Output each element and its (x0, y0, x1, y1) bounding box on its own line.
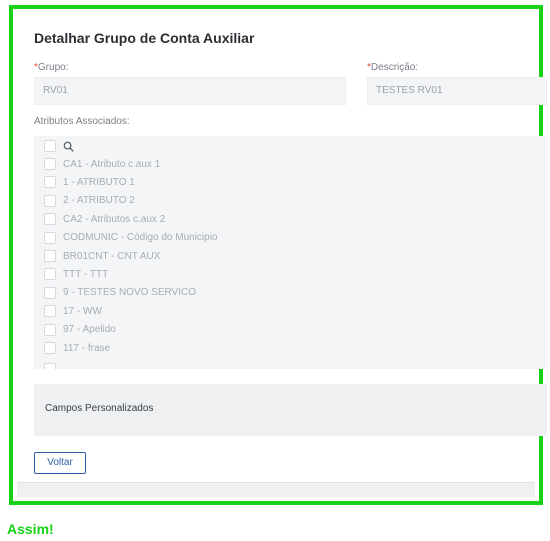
descricao-label-text: Descrição: (370, 62, 419, 73)
list-item[interactable]: 117 - frase (44, 339, 110, 357)
list-item[interactable]: 17 - WW (44, 302, 102, 320)
list-item[interactable]: TTT - TTT (44, 265, 108, 283)
list-item-checkbox[interactable] (44, 286, 56, 299)
list-item-label: TTT - TTT (63, 268, 109, 280)
grupo-label-text: Grupo: (37, 62, 69, 73)
grupo-label: *Grupo: (34, 62, 68, 73)
grupo-field[interactable]: RV01 (34, 77, 346, 105)
annotation-caption: Assim! (7, 521, 54, 537)
list-item[interactable]: 9 - TESTES NOVO SERVICO (44, 284, 196, 302)
list-item-label: 9 - TESTES NOVO SERVICO (63, 287, 196, 299)
back-button[interactable]: Voltar (34, 452, 86, 474)
list-item-label: 2 - ATRIBUTO 2 (63, 195, 135, 207)
list-item-checkbox[interactable] (44, 363, 56, 369)
select-all-row (44, 137, 74, 155)
list-item[interactable]: CA2 - Atributos c.aux 2 (44, 210, 165, 228)
list-item-label: 97 - Apelido (63, 324, 116, 336)
footer-bar (17, 482, 535, 497)
search-icon[interactable] (63, 141, 74, 152)
list-item-label: 17 - WW (63, 305, 102, 317)
list-item-checkbox[interactable] (44, 268, 56, 281)
list-item-label: BR01CNT - CNT AUX (63, 250, 161, 262)
list-item-checkbox[interactable] (44, 176, 56, 189)
list-item-checkbox[interactable] (44, 231, 56, 244)
list-item-partial (44, 360, 63, 369)
list-item-label: 117 - frase (63, 342, 111, 354)
page-title: Detalhar Grupo de Conta Auxiliar (34, 30, 255, 46)
list-item-checkbox[interactable] (44, 250, 56, 262)
list-item-label: CA2 - Atributos c.aux 2 (63, 213, 166, 225)
descricao-label: *Descrição: (367, 62, 418, 73)
list-item-checkbox[interactable] (44, 194, 56, 207)
list-item-checkbox[interactable] (44, 158, 56, 170)
list-item[interactable]: CODMUNIC - Código do Municipio (44, 229, 218, 247)
custom-fields-panel[interactable]: Campos Personalizados (34, 384, 547, 436)
list-item[interactable]: 2 - ATRIBUTO 2 (44, 192, 135, 210)
atributos-label: Atributos Associados: (34, 116, 130, 127)
list-item-label: 1 - ATRIBUTO 1 (63, 176, 135, 188)
list-item[interactable]: CA1 - Atributo c.aux 1 (44, 155, 160, 173)
select-all-checkbox[interactable] (44, 140, 56, 152)
list-item-checkbox[interactable] (44, 305, 56, 318)
list-item[interactable]: BR01CNT - CNT AUX (44, 247, 160, 265)
list-item-checkbox[interactable] (44, 213, 56, 226)
list-item-label: CA1 - Atributo c.aux 1 (63, 158, 161, 170)
list-item[interactable]: 97 - Apelido (44, 321, 116, 339)
highlight-frame: Detalhar Grupo de Conta Auxiliar *Grupo:… (9, 5, 547, 505)
descricao-field[interactable]: TESTES RV01 (367, 77, 547, 105)
custom-fields-label: Campos Personalizados (45, 403, 154, 414)
list-item[interactable]: 1 - ATRIBUTO 1 (44, 173, 135, 191)
atributos-list[interactable]: CA1 - Atributo c.aux 1 1 - ATRIBUTO 1 2 - … (34, 136, 547, 369)
list-item-label: CODMUNIC - Código do Municipio (63, 232, 218, 244)
list-item-checkbox[interactable] (44, 323, 56, 336)
list-item-checkbox[interactable] (44, 342, 56, 354)
